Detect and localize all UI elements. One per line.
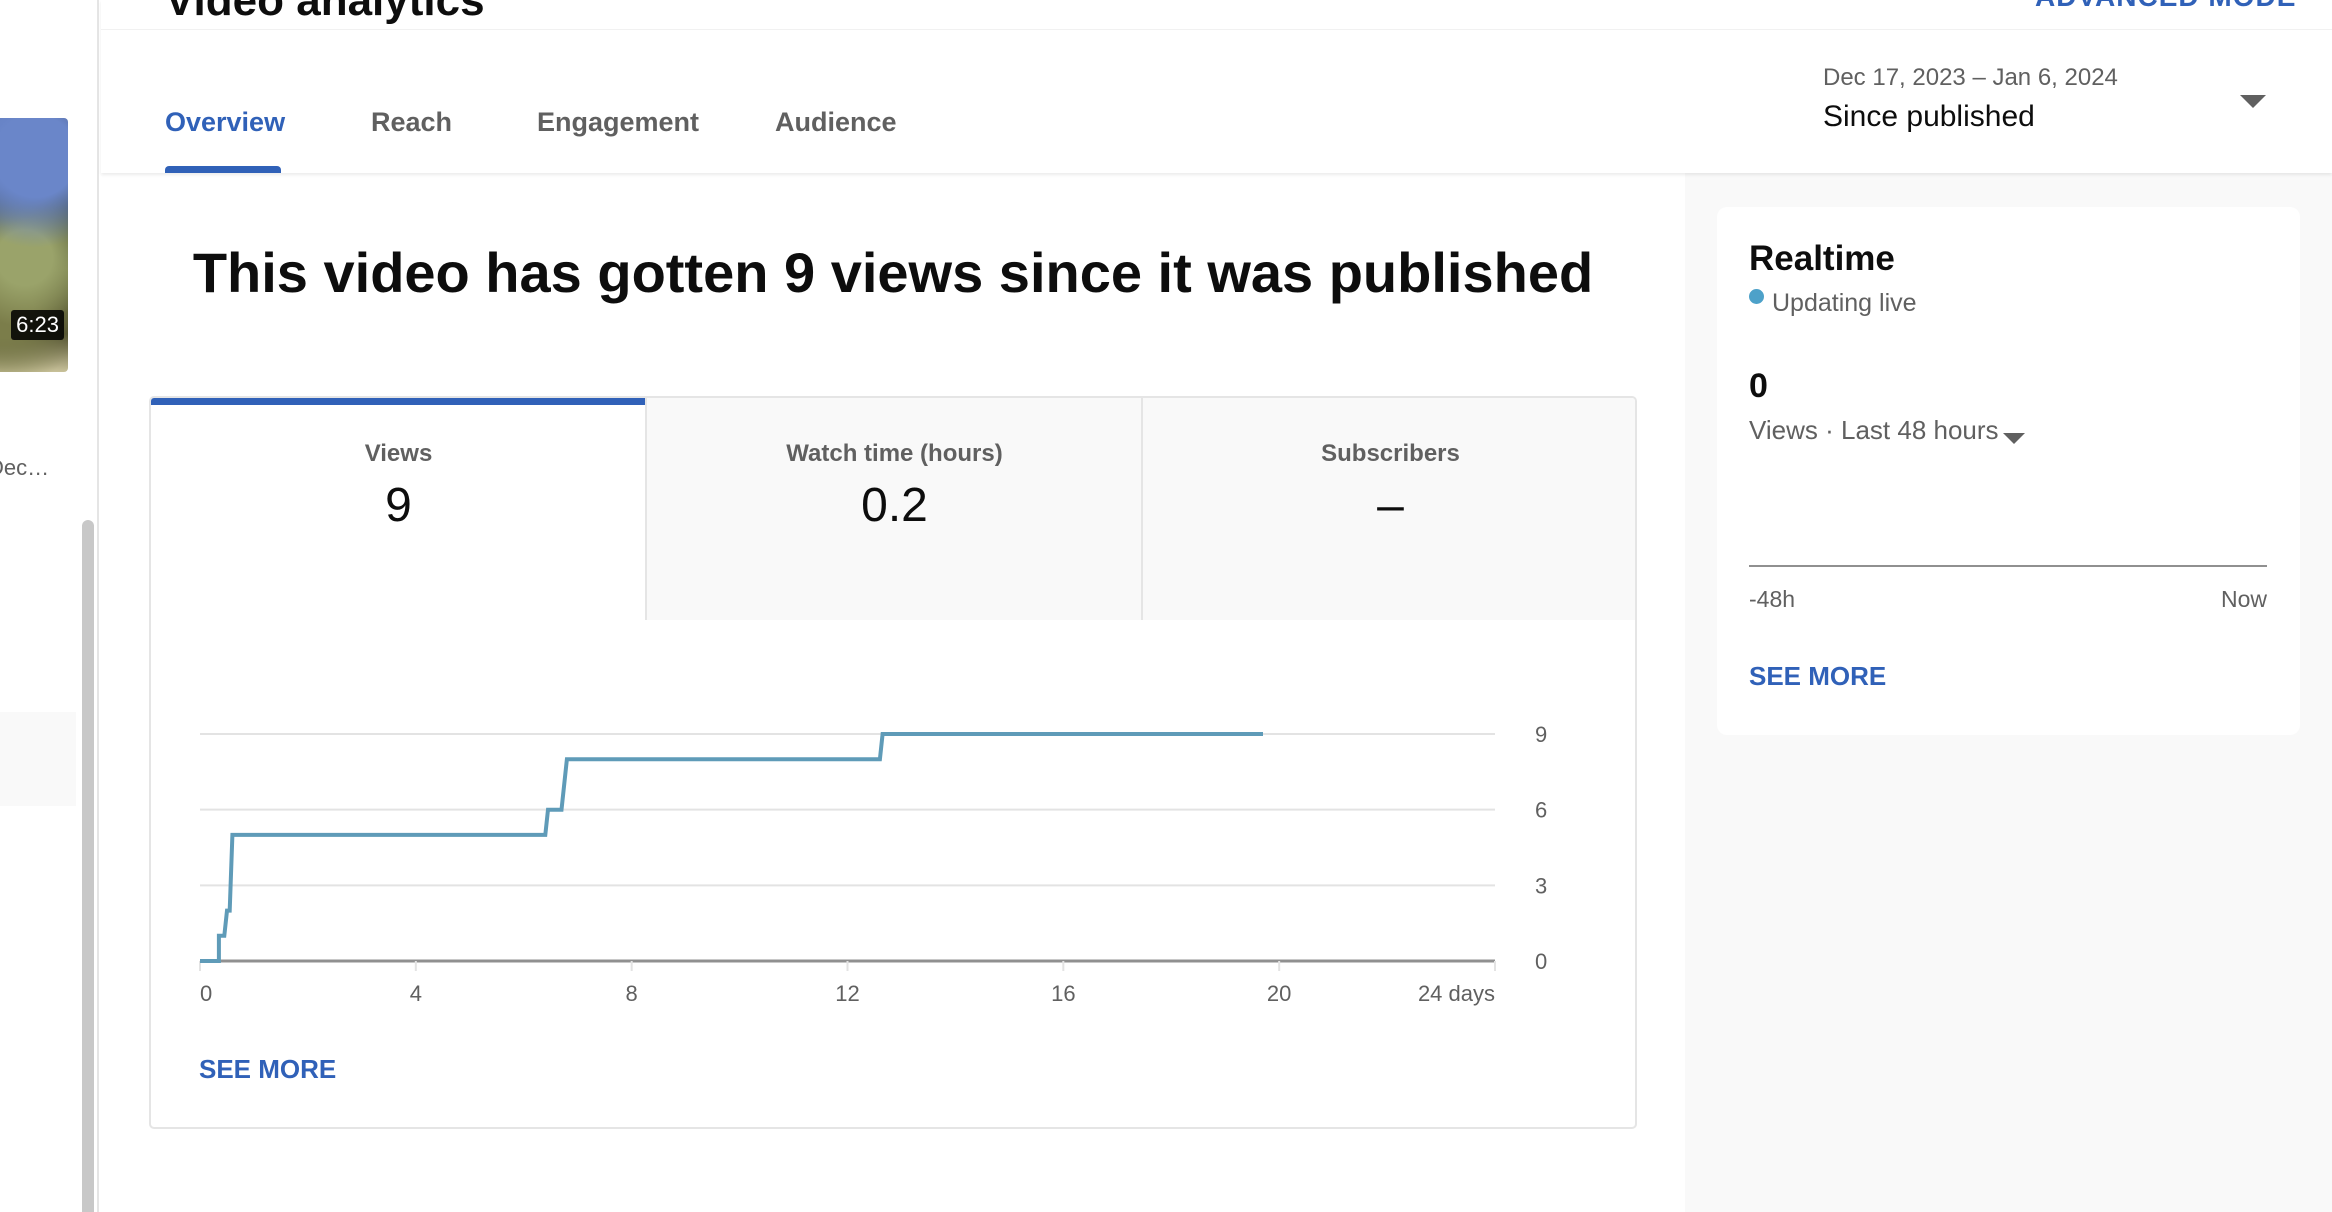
y-tick-label: 3 (1535, 873, 1547, 898)
chart-x-ticks: 0 4 8 12 16 20 24 days (199, 961, 1496, 1006)
active-metric-indicator (151, 398, 646, 405)
x-tick-label: 20 (1267, 981, 1291, 1006)
x-tick-label: 16 (1051, 981, 1075, 1006)
active-tab-indicator (165, 166, 281, 173)
video-thumbnail[interactable]: 6:23 (0, 118, 68, 372)
chart-y-ticks: 0 3 6 9 (1535, 722, 1547, 974)
metric-tab-divider (1141, 398, 1143, 620)
live-dot-icon (1749, 289, 1764, 304)
series-line-views (200, 732, 1263, 963)
realtime-see-more-link[interactable]: SEE MORE (1749, 661, 1886, 692)
sidebar-item-selected[interactable] (0, 712, 76, 806)
chart-gridlines (200, 733, 1495, 963)
x-tick-label: 24 days (1418, 981, 1495, 1006)
sidebar: 6:23 Dec… (0, 0, 99, 1212)
header: Video analytics ADVANCED MODE Overview R… (101, 0, 2332, 173)
tab-reach[interactable]: Reach (371, 107, 452, 138)
dropdown-arrow-icon[interactable] (2003, 433, 2025, 444)
video-duration: 6:23 (11, 310, 64, 340)
header-divider (101, 29, 2332, 30)
realtime-axis-start: -48h (1749, 586, 1796, 612)
realtime-axis (1749, 565, 2267, 567)
x-tick-label: 8 (626, 981, 638, 1006)
metric-tab-subscribers[interactable]: Subscribers – (1143, 398, 1635, 620)
advanced-mode-button[interactable]: ADVANCED MODE (2035, 0, 2296, 13)
y-tick-label: 6 (1535, 798, 1547, 823)
page-title: Video analytics (165, 0, 485, 25)
y-tick-label: 0 (1535, 949, 1547, 974)
realtime-value: 0 (1749, 367, 1768, 405)
metric-label: Subscribers (1321, 440, 1460, 467)
metric-label: Views (364, 440, 433, 467)
realtime-title: Realtime (1749, 239, 1895, 278)
realtime-status: Updating live (1772, 289, 1917, 317)
chart-see-more-link[interactable]: SEE MORE (199, 1054, 336, 1085)
realtime-axis-end: Now (2220, 586, 2267, 612)
metric-value: – (1377, 479, 1404, 532)
metric-value: 0.2 (861, 479, 928, 532)
metric-label: Watch time (hours) (786, 440, 1003, 467)
views-chart: 0 4 8 12 16 20 24 days 0 3 6 9 (199, 722, 1547, 1006)
x-tick-label: 0 (200, 981, 212, 1006)
date-preset[interactable]: Since published (1823, 100, 2035, 134)
realtime-card: Realtime Updating live 0 Views · Last 48… (1717, 207, 2300, 735)
tab-overview[interactable]: Overview (165, 107, 285, 138)
date-range-text[interactable]: Dec 17, 2023 – Jan 6, 2024 (1823, 64, 2118, 92)
metric-tab-divider (645, 398, 647, 620)
headline: This video has gotten 9 views since it w… (192, 241, 1594, 304)
realtime-metric-selector[interactable]: Views · Last 48 hours (1749, 415, 1999, 446)
x-tick-label: 4 (410, 981, 422, 1006)
chart-series (200, 732, 1263, 963)
metric-value: 9 (385, 479, 412, 532)
metric-tab-views[interactable]: Views 9 (151, 398, 646, 620)
sidebar-scrollbar[interactable] (82, 520, 94, 1212)
dropdown-arrow-icon[interactable] (2240, 95, 2266, 108)
tab-audience[interactable]: Audience (775, 107, 897, 138)
x-tick-label: 12 (835, 981, 859, 1006)
tab-engagement[interactable]: Engagement (537, 107, 699, 138)
y-tick-label: 9 (1535, 722, 1547, 747)
metric-tab-watch-time[interactable]: Watch time (hours) 0.2 (647, 398, 1142, 620)
metrics-card: Views 9 Watch time (hours) 0.2 Subscribe… (149, 396, 1637, 1129)
video-date: Dec… (0, 455, 50, 480)
